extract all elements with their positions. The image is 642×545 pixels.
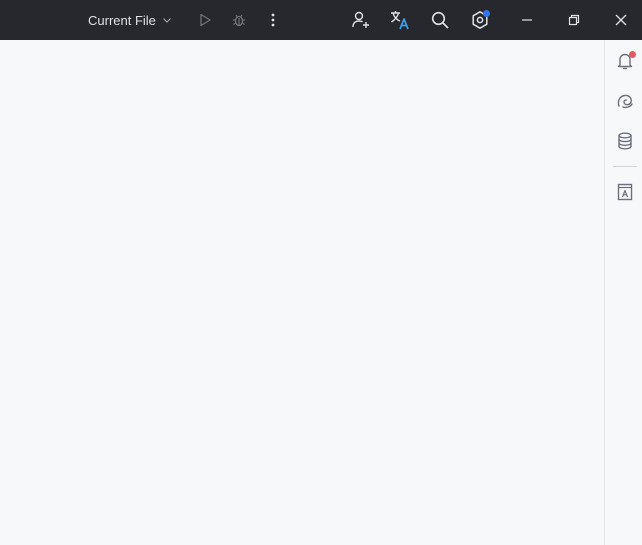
more-actions-button[interactable] (261, 8, 285, 32)
run-configuration-selector[interactable]: Current File (88, 10, 172, 30)
chevron-down-icon (162, 13, 172, 28)
editor-area[interactable] (0, 40, 604, 545)
font-book-icon (615, 182, 635, 202)
settings-button[interactable] (468, 8, 492, 32)
debug-button[interactable] (227, 8, 251, 32)
notifications-button[interactable] (613, 49, 637, 73)
restore-button[interactable] (562, 8, 586, 32)
right-tool-window-bar (604, 40, 642, 545)
bug-icon (231, 12, 247, 28)
ai-spiral-icon (615, 91, 635, 111)
notification-badge (629, 51, 636, 58)
run-button[interactable] (193, 8, 217, 32)
ai-assistant-button[interactable] (613, 89, 637, 113)
title-bar: Current File (0, 0, 642, 40)
code-with-me-button[interactable] (349, 8, 373, 32)
more-vertical-icon (265, 12, 281, 28)
play-icon (197, 12, 213, 28)
run-configuration-label: Current File (88, 12, 156, 28)
minimize-button[interactable] (515, 8, 539, 32)
add-user-icon (351, 10, 371, 30)
settings-update-badge (483, 10, 490, 17)
restore-icon (568, 14, 580, 26)
search-everywhere-button[interactable] (428, 8, 452, 32)
database-button[interactable] (613, 129, 637, 153)
translate-icon (389, 9, 411, 31)
minimize-icon (521, 14, 533, 26)
close-button[interactable] (609, 8, 633, 32)
search-icon (430, 10, 450, 30)
toolbar-separator (613, 166, 637, 167)
translate-button[interactable] (388, 8, 412, 32)
close-icon (615, 14, 627, 26)
font-viewer-button[interactable] (613, 180, 637, 204)
database-icon (615, 131, 635, 151)
